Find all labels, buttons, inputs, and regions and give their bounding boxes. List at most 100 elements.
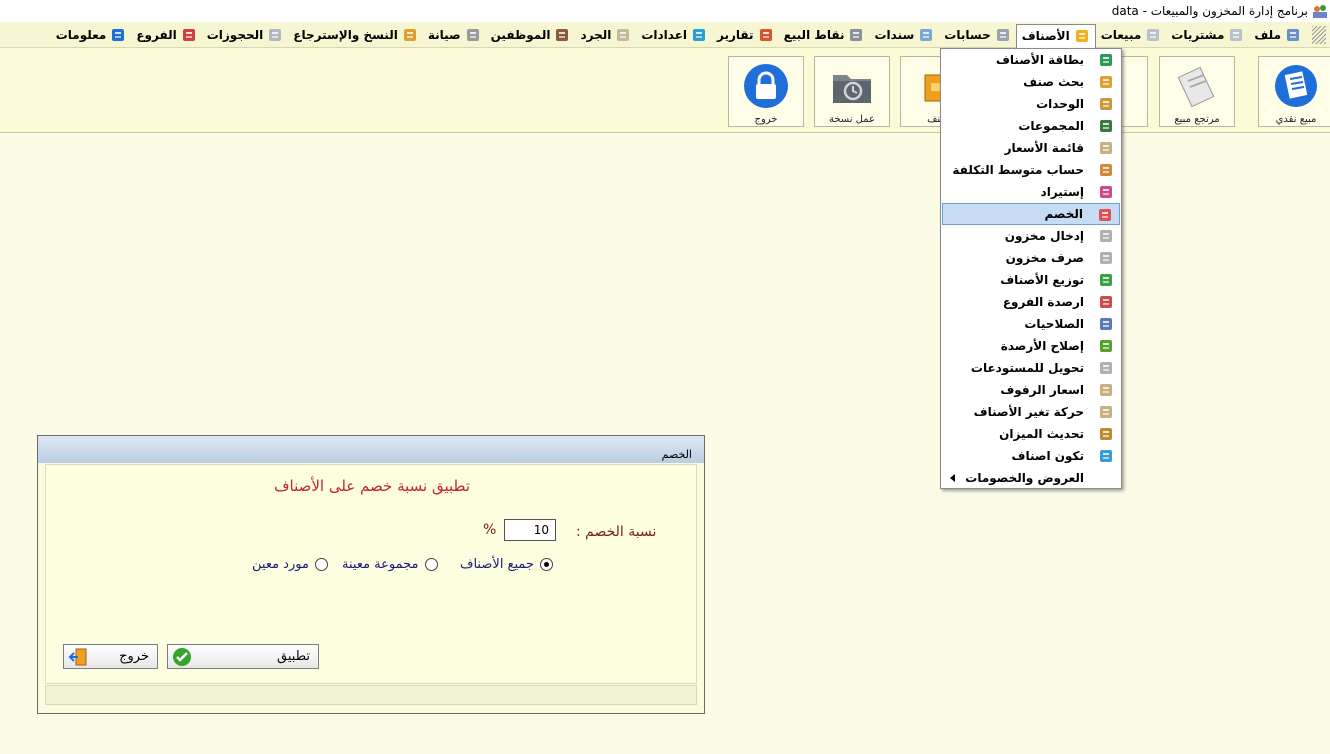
exit-button[interactable]: خروج xyxy=(63,644,158,669)
radio-all-items[interactable]: جميع الأصناف xyxy=(460,557,553,572)
menu-settings[interactable]: اعدادات xyxy=(636,24,712,46)
toolbar-sales-return-button[interactable]: مرتجع مبيع xyxy=(1159,56,1235,127)
dropdown-item[interactable]: إدخال مخزون xyxy=(942,225,1120,247)
dropdown-item[interactable]: حركة تغير الأصناف xyxy=(942,401,1120,423)
menu-voucher[interactable]: سندات xyxy=(869,24,939,46)
item-card-icon xyxy=(1098,52,1114,68)
toolbar-cash-sale-button[interactable]: مبيع نقدي xyxy=(1258,56,1330,127)
discount-percent-input[interactable] xyxy=(504,519,556,541)
toolbar-button-label: مبيع نقدي xyxy=(1275,114,1317,125)
percent-sign: % xyxy=(483,522,497,538)
backup-icon xyxy=(402,27,418,43)
dropdown-item[interactable]: تكون اصناف xyxy=(942,445,1120,467)
booking-icon xyxy=(267,27,283,43)
radio-specific-supplier[interactable]: مورد معين xyxy=(252,557,328,572)
menu-document[interactable]: مبيعات xyxy=(1096,24,1167,46)
file-icon xyxy=(1285,27,1301,43)
menu-store[interactable]: الفروع xyxy=(131,24,201,46)
permissions-icon xyxy=(1098,316,1114,332)
dialog-body: تطبيق نسبة خصم على الأصناف نسبة الخصم : … xyxy=(45,464,697,684)
dropdown-item[interactable]: إستيراد xyxy=(942,181,1120,203)
cash-register-icon xyxy=(848,27,864,43)
toolbar-button-label: عمل نسخة xyxy=(828,114,876,125)
sales-return-icon xyxy=(1177,66,1215,108)
dropdown-item-label: إصلاح الأرصدة xyxy=(1000,339,1084,353)
dropdown-item-label: إستيراد xyxy=(1040,185,1084,199)
stock-in-icon xyxy=(1098,228,1114,244)
menu-item-label: سندات xyxy=(874,27,915,42)
dropdown-item[interactable]: العروض والخصومات xyxy=(942,467,1120,489)
menu-inventory[interactable]: الجرد xyxy=(575,24,636,46)
radio-specific-group[interactable]: مجموعة معينة xyxy=(342,557,438,572)
discount-percent-label: نسبة الخصم : xyxy=(576,524,657,540)
import-icon xyxy=(1098,184,1114,200)
stock-out-icon xyxy=(1098,250,1114,266)
radio-specific-group-circle[interactable] xyxy=(424,558,438,571)
scale-icon xyxy=(1098,426,1114,442)
dialog-title: الخصم xyxy=(661,448,692,461)
dropdown-item[interactable]: إصلاح الأرصدة xyxy=(942,335,1120,357)
toolbar-backup-button[interactable]: عمل نسخة xyxy=(814,56,890,127)
dropdown-item[interactable]: اسعار الرفوف xyxy=(942,379,1120,401)
menu-cash-register[interactable]: نقاط البيع xyxy=(779,24,870,46)
fix-balance-icon xyxy=(1098,338,1114,354)
submenu-arrow-icon xyxy=(950,474,955,482)
dropdown-item-label: الصلاحيات xyxy=(1024,317,1084,331)
window-title: برنامج إدارة المخزون والمبيعات - data xyxy=(1111,4,1308,18)
settings-icon xyxy=(691,27,707,43)
radio-specific-supplier-circle[interactable] xyxy=(314,558,328,571)
menu-file[interactable]: ملف xyxy=(1249,24,1306,46)
dropdown-item[interactable]: صرف مخزون xyxy=(942,247,1120,269)
dropdown-item[interactable]: توزيع الأصناف xyxy=(942,269,1120,291)
menu-item-label: مشتريات xyxy=(1171,27,1225,42)
dialog-status-bar xyxy=(45,685,697,705)
average-cost-icon xyxy=(1098,162,1114,178)
dropdown-item-label: توزيع الأصناف xyxy=(1000,273,1084,287)
inventory-icon xyxy=(615,27,631,43)
menu-backup[interactable]: النسخ والإسترجاع xyxy=(288,24,423,46)
dropdown-item[interactable]: بطاقة الأصناف xyxy=(942,49,1120,71)
menu-item-label: الحجوزات xyxy=(206,27,264,42)
menu-info[interactable]: معلومات xyxy=(51,24,132,46)
radio-all-items-circle[interactable] xyxy=(539,558,553,571)
document-icon xyxy=(1228,27,1244,43)
dialog-title-bar[interactable]: الخصم xyxy=(38,436,704,463)
menu-item-label: الأصناف xyxy=(1021,29,1070,43)
dropdown-item[interactable]: تحديث الميزان xyxy=(942,423,1120,445)
menu-item-label: حسابات xyxy=(944,27,991,42)
menu-box[interactable]: الأصناف xyxy=(1015,23,1096,48)
title-bar: برنامج إدارة المخزون والمبيعات - data xyxy=(0,0,1330,22)
menu-employee[interactable]: الموظفين xyxy=(486,24,576,46)
menu-booking[interactable]: الحجوزات xyxy=(202,24,289,46)
report-search-icon xyxy=(758,27,774,43)
dropdown-item[interactable]: تحويل للمستودعات xyxy=(942,357,1120,379)
dropdown-item[interactable]: حساب متوسط التكلفة xyxy=(942,159,1120,181)
apply-button[interactable]: تطبيق xyxy=(167,644,319,669)
menu-calculator[interactable]: حسابات xyxy=(939,24,1015,46)
menu-report-search[interactable]: تقارير xyxy=(712,24,779,46)
radio-all-items-label: جميع الأصناف xyxy=(460,557,534,572)
menu-item-label: معلومات xyxy=(55,27,107,42)
cash-sale-icon xyxy=(1275,65,1317,107)
dropdown-item[interactable]: الصلاحيات xyxy=(942,313,1120,335)
dropdown-item[interactable]: الخصم xyxy=(942,203,1120,225)
dropdown-item[interactable]: المجموعات xyxy=(942,115,1120,137)
dropdown-item[interactable]: ارصدة الفروع xyxy=(942,291,1120,313)
exit-door-icon xyxy=(68,648,87,666)
dropdown-item[interactable]: قائمة الأسعار xyxy=(942,137,1120,159)
menubar-grip-icon[interactable] xyxy=(1312,25,1326,44)
menu-document[interactable]: مشتريات xyxy=(1166,24,1249,46)
dropdown-item-label: العروض والخصومات xyxy=(965,471,1084,485)
compose-item-icon xyxy=(1098,448,1114,464)
dropdown-item-label: بحث صنف xyxy=(1023,75,1084,89)
dropdown-item-label: قائمة الأسعار xyxy=(1004,141,1084,155)
discount-dialog: الخصم تطبيق نسبة خصم على الأصناف نسبة ال… xyxy=(37,435,705,714)
dropdown-item-label: الوحدات xyxy=(1036,97,1084,111)
units-icon xyxy=(1098,96,1114,112)
exit-button-label: خروج xyxy=(119,649,149,664)
toolbar-exit-button[interactable]: خروج xyxy=(728,56,804,127)
dropdown-item[interactable]: بحث صنف xyxy=(942,71,1120,93)
menu-wrench[interactable]: صيانة xyxy=(423,24,486,46)
menu-item-label: مبيعات xyxy=(1100,27,1142,42)
dropdown-item[interactable]: الوحدات xyxy=(942,93,1120,115)
